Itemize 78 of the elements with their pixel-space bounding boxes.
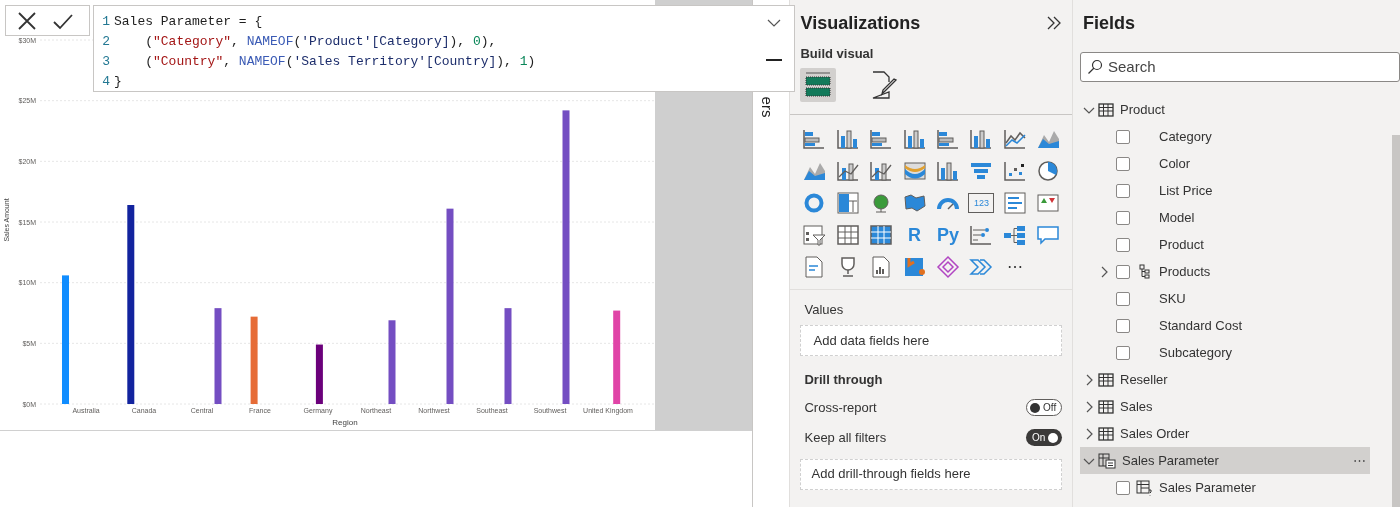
table-row[interactable]: Product	[1080, 96, 1370, 123]
table-icon	[1098, 399, 1114, 414]
axis-title: Region	[332, 418, 358, 427]
line-number: 1	[102, 13, 110, 31]
close-icon[interactable]	[16, 9, 38, 32]
checkbox[interactable]	[1116, 345, 1130, 360]
collapse-icon[interactable]	[1046, 16, 1062, 30]
parameter-table-icon	[1098, 452, 1116, 469]
toggle-label: Keep all filters	[804, 428, 887, 447]
field-name[interactable]: Color	[1159, 153, 1191, 174]
line-number: 2	[102, 33, 110, 51]
checkbox[interactable]	[1116, 480, 1130, 495]
field-name[interactable]: Subcategory	[1159, 342, 1232, 363]
build-visual-tab[interactable]	[800, 67, 837, 102]
table-row[interactable]: Sales Parameter ⋯	[1080, 447, 1370, 474]
field-name[interactable]: Standard Cost	[1159, 315, 1243, 336]
checkbox[interactable]	[1116, 264, 1130, 279]
table-icon[interactable]	[834, 222, 861, 247]
search-field[interactable]: Search	[1080, 52, 1400, 82]
checkbox[interactable]	[1116, 291, 1130, 306]
more-button[interactable]: ⋯	[1353, 450, 1366, 471]
checkbox[interactable]	[1116, 318, 1130, 333]
more-button[interactable]: ⋯	[1001, 254, 1028, 279]
field-name[interactable]: Products	[1159, 261, 1211, 282]
chevron-down-icon[interactable]	[767, 18, 781, 28]
code-line: }	[114, 73, 122, 91]
parameter-field-icon	[1136, 479, 1153, 496]
section-label: Build visual	[800, 45, 875, 63]
treemap-icon[interactable]	[834, 190, 861, 215]
toggle-label: Cross-report	[804, 398, 877, 417]
search-icon	[1087, 59, 1103, 75]
field-name[interactable]: Category	[1159, 126, 1212, 147]
diamond-icon[interactable]	[934, 254, 961, 279]
field-name[interactable]: SKU	[1159, 288, 1186, 309]
table-icon	[1098, 426, 1114, 441]
table-row[interactable]: Reseller	[1080, 366, 1370, 393]
table-name[interactable]: Sales Parameter	[1122, 450, 1353, 471]
checkbox[interactable]	[1116, 156, 1130, 171]
hierarchy-icon	[1138, 264, 1151, 279]
drop-field[interactable]: Add data fields here	[800, 325, 1062, 356]
checkbox[interactable]	[1116, 210, 1130, 225]
table-name[interactable]: Reseller	[1120, 369, 1366, 390]
card-icon[interactable]: 123	[968, 192, 995, 213]
checkbox[interactable]	[1116, 237, 1130, 252]
table-row[interactable]: Sales Order	[1080, 420, 1370, 447]
table-icon	[1098, 102, 1114, 117]
field-name[interactable]: Product	[1159, 234, 1204, 255]
table-name[interactable]: Sales Order	[1120, 423, 1366, 444]
toggle-switch[interactable]: On	[1026, 429, 1062, 446]
table-icon	[1098, 372, 1114, 387]
field-name[interactable]: List Price	[1159, 180, 1213, 201]
section-label: Drill through	[804, 371, 884, 389]
line-number: 4	[102, 73, 110, 91]
scrollbar[interactable]	[1392, 135, 1400, 507]
field-name[interactable]: Model	[1159, 207, 1195, 228]
filters-pane-label[interactable]: ers	[764, 96, 779, 118]
code-line: ("Category", NAMEOF('Product'[Category]), 0),	[144, 33, 497, 51]
drop-field[interactable]: Add drill-through fields here	[800, 458, 1062, 490]
pane-title: Fields	[1083, 12, 1136, 35]
slicer-icon[interactable]	[801, 222, 828, 247]
toggle-switch[interactable]: Off	[1026, 399, 1062, 416]
table-row[interactable]: Sales	[1080, 393, 1370, 420]
line-number: 3	[102, 53, 110, 71]
matrix-icon[interactable]	[868, 222, 895, 247]
checkbox[interactable]	[1116, 183, 1130, 198]
section-label: Values	[804, 300, 845, 319]
search-input[interactable]: Search	[1108, 55, 1308, 79]
code-line: Sales Parameter = {	[114, 13, 263, 31]
formula-editor[interactable]: 1 2 3 4 Sales Parameter = { ("Category", NAMEOF('Product'[Category]), 0), ("Country", NAMEOF('Sales Territory'[Country]), 1) }	[93, 5, 795, 92]
bar	[315, 344, 323, 404]
table-name[interactable]: Sales	[1120, 396, 1366, 417]
pane-title: Visualizations	[800, 11, 921, 35]
table-name[interactable]: Product	[1120, 99, 1366, 120]
checkbox[interactable]	[1116, 129, 1130, 144]
field-name[interactable]: Sales Parameter	[1159, 477, 1256, 498]
minimize-icon[interactable]	[766, 58, 782, 62]
list-card-icon[interactable]	[1001, 190, 1028, 215]
code-line: ("Country", NAMEOF('Sales Territory'[Country]), 1)	[144, 53, 536, 71]
